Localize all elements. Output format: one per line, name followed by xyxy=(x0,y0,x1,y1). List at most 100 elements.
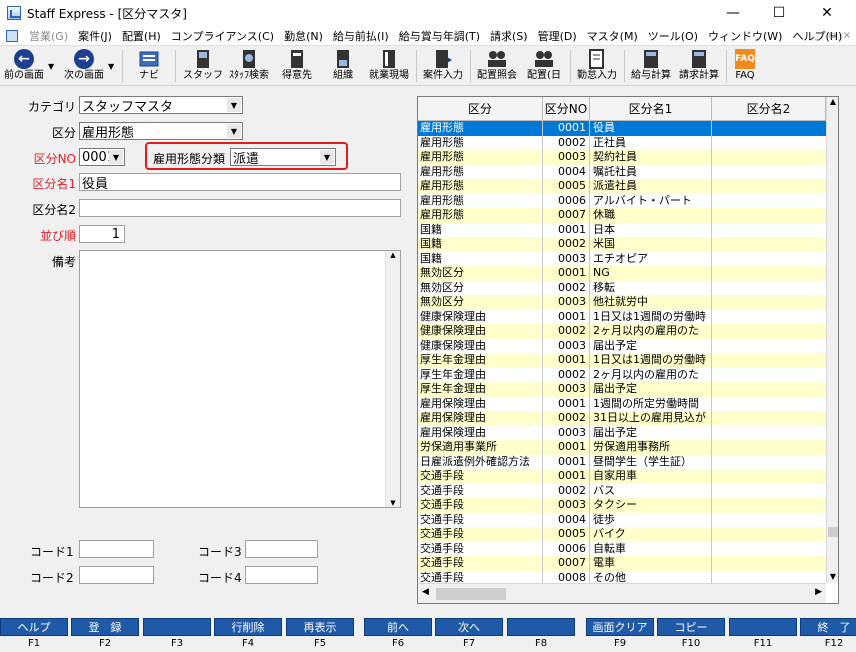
code1-input[interactable] xyxy=(79,540,154,558)
chevron-down-icon[interactable]: ▼ xyxy=(320,150,334,164)
menu-item[interactable]: 配置(H) xyxy=(117,28,166,44)
fkey-label[interactable]: コピー xyxy=(657,618,725,636)
attendance-input-button[interactable]: 勤怠入力 xyxy=(574,46,620,86)
fkey-f6-button[interactable]: 前へ F6 xyxy=(364,618,432,649)
scroll-thumb[interactable] xyxy=(436,588,506,600)
table-row[interactable]: 交通手段 0003 タクシー xyxy=(418,498,826,513)
assign-day-button[interactable]: 配置(日 xyxy=(524,46,564,86)
maximize-button[interactable]: ☐ xyxy=(756,0,802,26)
kubun-select[interactable]: 雇用形態 ▼ xyxy=(79,122,243,141)
fkey-label[interactable]: 再表示 xyxy=(286,618,354,636)
code3-input[interactable] xyxy=(245,540,318,558)
table-row[interactable]: 厚生年金理由 0002 2ヶ月以内の雇用のた xyxy=(418,367,826,382)
table-row[interactable]: 国籍 0001 日本 xyxy=(418,222,826,237)
table-row[interactable]: 国籍 0003 エチオピア xyxy=(418,251,826,266)
staff-search-button[interactable]: ｽﾀｯﾌ検索 xyxy=(226,46,272,86)
fkey-f5-button[interactable]: 再表示 F5 xyxy=(286,618,354,649)
table-row[interactable]: 無効区分 0001 NG xyxy=(418,266,826,281)
invoice-calc-button[interactable]: 請求計算 xyxy=(676,46,722,86)
emp-type-select[interactable]: 派遣 ▼ xyxy=(230,148,336,167)
menu-item[interactable]: 給与前払(I) xyxy=(328,28,394,44)
table-row[interactable]: 雇用形態 0003 契約社員 xyxy=(418,150,826,165)
case-input-button[interactable]: 案件入力 xyxy=(420,46,466,86)
menu-item[interactable]: 営業(G) xyxy=(24,28,73,44)
chevron-down-icon[interactable]: ▼ xyxy=(227,98,241,112)
table-row[interactable]: 雇用保険理由 0002 31日以上の雇用見込が xyxy=(418,411,826,426)
table-row[interactable]: 労保適用事業所 0001 労保適用事務所 xyxy=(418,440,826,455)
fkey-f11-button[interactable]: F11 xyxy=(729,618,797,649)
fkey-f4-button[interactable]: 行削除 F4 xyxy=(214,618,282,649)
table-row[interactable]: 雇用形態 0004 嘱託社員 xyxy=(418,164,826,179)
table-row[interactable]: 交通手段 0001 自家用車 xyxy=(418,469,826,484)
code4-input[interactable] xyxy=(245,566,318,584)
table-row[interactable]: 交通手段 0002 バス xyxy=(418,483,826,498)
next-screen-button[interactable]: → 次の画面 xyxy=(60,46,108,86)
grid-horizontal-scrollbar[interactable]: ◀ ▶ xyxy=(418,583,826,603)
menu-item[interactable]: ウィンドウ(W) xyxy=(703,28,787,44)
minimize-button[interactable]: — xyxy=(710,0,756,26)
fkey-f10-button[interactable]: コピー F10 xyxy=(657,618,725,649)
fkey-f12-button[interactable]: 終 了 F12 xyxy=(800,618,856,649)
table-row[interactable]: 雇用保険理由 0001 1週間の所定労働時間 xyxy=(418,396,826,411)
table-row[interactable]: 厚生年金理由 0001 1日又は1週間の労働時 xyxy=(418,353,826,368)
fkey-label[interactable]: 終 了 xyxy=(800,618,856,636)
fkey-f9-button[interactable]: 画面クリア F9 xyxy=(586,618,654,649)
fkey-label[interactable] xyxy=(143,618,211,636)
kubun-grid[interactable]: 区分 区分NO 区分名1 区分名2 雇用形態 0001 役員 雇用形態 0002 正社員雇… xyxy=(417,96,839,604)
table-row[interactable]: 健康保険理由 0001 1日又は1週間の労働時 xyxy=(418,309,826,324)
chevron-down-icon[interactable]: ▼ xyxy=(227,124,241,138)
close-button[interactable]: ✕ xyxy=(804,0,850,26)
header-kubun-no[interactable]: 区分NO xyxy=(543,97,590,121)
kubun-no-select[interactable]: 0001 ▼ xyxy=(79,148,125,166)
menu-item[interactable]: 管理(D) xyxy=(533,28,582,44)
table-row[interactable]: 交通手段 0006 自転車 xyxy=(418,541,826,556)
table-row[interactable]: 雇用形態 0005 派遣社員 xyxy=(418,179,826,194)
fkey-f1-button[interactable]: ヘルプ F1 xyxy=(0,618,68,649)
menu-item[interactable]: マスタ(M) xyxy=(582,28,643,44)
prev-screen-button[interactable]: ← 前の画面 xyxy=(2,46,46,86)
table-row[interactable]: 無効区分 0003 他社就労中 xyxy=(418,295,826,310)
table-row[interactable]: 雇用形態 0007 休職 xyxy=(418,208,826,223)
staff-button[interactable]: スタッフ xyxy=(183,46,223,86)
memo-scrollbar[interactable]: ▲ ▼ xyxy=(385,251,400,507)
next-dropdown-icon[interactable]: ▼ xyxy=(108,62,114,71)
scroll-up-icon[interactable]: ▲ xyxy=(386,251,400,259)
menu-item[interactable]: 請求(S) xyxy=(485,28,533,44)
header-name1[interactable]: 区分名1 xyxy=(590,97,712,121)
scroll-down-icon[interactable]: ▼ xyxy=(827,572,838,581)
menu-item[interactable]: 給与賞与年調(T) xyxy=(394,28,485,44)
category-select[interactable]: スタッフマスタ ▼ xyxy=(79,96,243,115)
table-row[interactable]: 雇用形態 0002 正社員 xyxy=(418,135,826,150)
table-row[interactable]: 厚生年金理由 0003 届出予定 xyxy=(418,382,826,397)
table-row[interactable]: 健康保険理由 0002 2ヶ月以内の雇用のた xyxy=(418,324,826,339)
scroll-right-icon[interactable]: ▶ xyxy=(815,587,822,597)
fkey-f8-button[interactable]: F8 xyxy=(507,618,575,649)
scroll-down-icon[interactable]: ▼ xyxy=(386,499,400,507)
scroll-up-icon[interactable]: ▲ xyxy=(827,97,838,106)
menu-item[interactable]: 勤怠(N) xyxy=(279,28,328,44)
menu-item[interactable]: 案件(J) xyxy=(73,28,117,44)
table-row[interactable]: 日雇派遣例外確認方法 0001 昼間学生（学生証） xyxy=(418,454,826,469)
mdi-restore-button[interactable]: ▫ xyxy=(825,29,839,43)
fkey-label[interactable]: 行削除 xyxy=(214,618,282,636)
table-row[interactable]: 雇用保険理由 0003 届出予定 xyxy=(418,425,826,440)
org-button[interactable]: 組織 xyxy=(328,46,358,86)
name2-input[interactable] xyxy=(79,199,401,217)
site-button[interactable]: 就業現場 xyxy=(368,46,410,86)
fkey-label[interactable]: 次へ xyxy=(435,618,503,636)
fkey-label[interactable] xyxy=(507,618,575,636)
name1-input[interactable]: 役員 xyxy=(79,173,401,192)
table-row[interactable]: 無効区分 0002 移転 xyxy=(418,280,826,295)
header-kubun[interactable]: 区分 xyxy=(418,97,543,121)
memo-textarea[interactable]: ▲ ▼ xyxy=(79,250,401,508)
table-row[interactable]: 交通手段 0007 電車 xyxy=(418,556,826,571)
table-row[interactable]: 国籍 0002 米国 xyxy=(418,237,826,252)
order-input[interactable]: 1 xyxy=(79,225,125,243)
grid-vertical-scrollbar[interactable]: ▲ ▼ xyxy=(826,97,838,583)
fkey-label[interactable]: 登 録 xyxy=(71,618,139,636)
client-button[interactable]: 得意先 xyxy=(280,46,314,86)
assign-query-button[interactable]: 配置照会 xyxy=(474,46,520,86)
table-row[interactable]: 健康保険理由 0003 届出予定 xyxy=(418,338,826,353)
fkey-label[interactable]: 画面クリア xyxy=(586,618,654,636)
fkey-f3-button[interactable]: F3 xyxy=(143,618,211,649)
